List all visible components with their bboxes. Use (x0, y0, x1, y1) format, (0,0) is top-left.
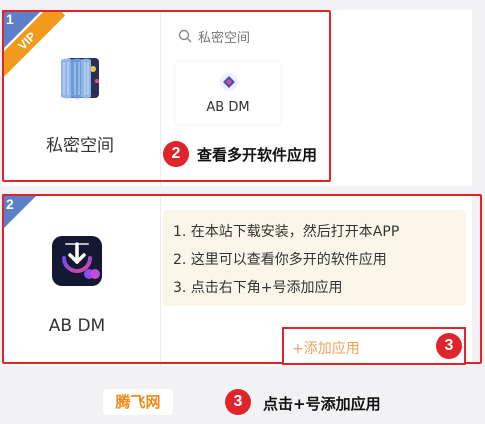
brand-badge: 腾飞网 (103, 389, 173, 415)
footer-callout: 3 点击+号添加应用 (225, 389, 381, 415)
callout-text: 查看多开软件应用 (197, 146, 318, 164)
private-space-label: 私密空间 (46, 136, 114, 156)
ab-dm-app-icon[interactable] (52, 236, 102, 286)
instruction-line: 3. 点击右下角+号添加应用 (173, 280, 343, 296)
corner-number: 1 (6, 11, 14, 27)
instruction-line: 2. 这里可以查看你多开的软件应用 (173, 252, 387, 268)
instruction-line: 1. 在本站下载安装，然后打开本APP (173, 224, 400, 240)
search-placeholder: 私密空间 (198, 31, 251, 46)
cloned-app-name: AB DM (206, 100, 250, 115)
divider (160, 194, 161, 366)
search-icon (178, 29, 192, 43)
add-app-button[interactable]: +添加应用 3 (282, 327, 466, 365)
download-app-icon (62, 242, 100, 279)
divider (160, 10, 161, 186)
step-badge: 2 (163, 141, 189, 167)
cloned-app-tile[interactable]: AB DM (176, 62, 280, 124)
ab-dm-small-icon (220, 73, 238, 91)
brand-text: 腾飞网 (115, 393, 161, 411)
footer-text: 点击+号添加应用 (263, 395, 381, 413)
callout-view-cloned-apps: 2 查看多开软件应用 (163, 141, 317, 167)
instruction-panel: 1. 在本站下载安装，然后打开本APP 2. 这里可以查看你多开的软件应用 3.… (163, 210, 466, 306)
step-badge: 3 (225, 389, 251, 415)
search-field[interactable]: 私密空间 (176, 26, 316, 46)
ab-dm-label: AB DM (48, 316, 106, 336)
add-app-label: +添加应用 (292, 341, 360, 357)
step-badge: 3 (436, 333, 462, 359)
corner-number: 2 (6, 196, 14, 212)
